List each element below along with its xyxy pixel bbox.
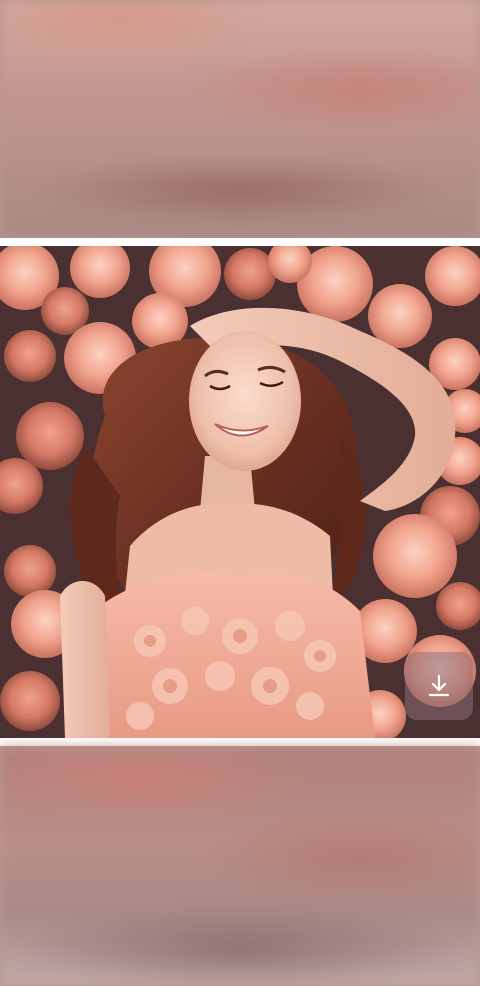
download-button[interactable] [405, 652, 473, 720]
frame-border-bottom [0, 738, 480, 746]
media-viewer-screen [0, 0, 480, 986]
face [189, 331, 301, 471]
download-icon [428, 674, 450, 697]
frame-border-top [0, 238, 480, 246]
blurred-backdrop-bottom [0, 748, 480, 986]
blurred-backdrop-top [0, 0, 480, 238]
